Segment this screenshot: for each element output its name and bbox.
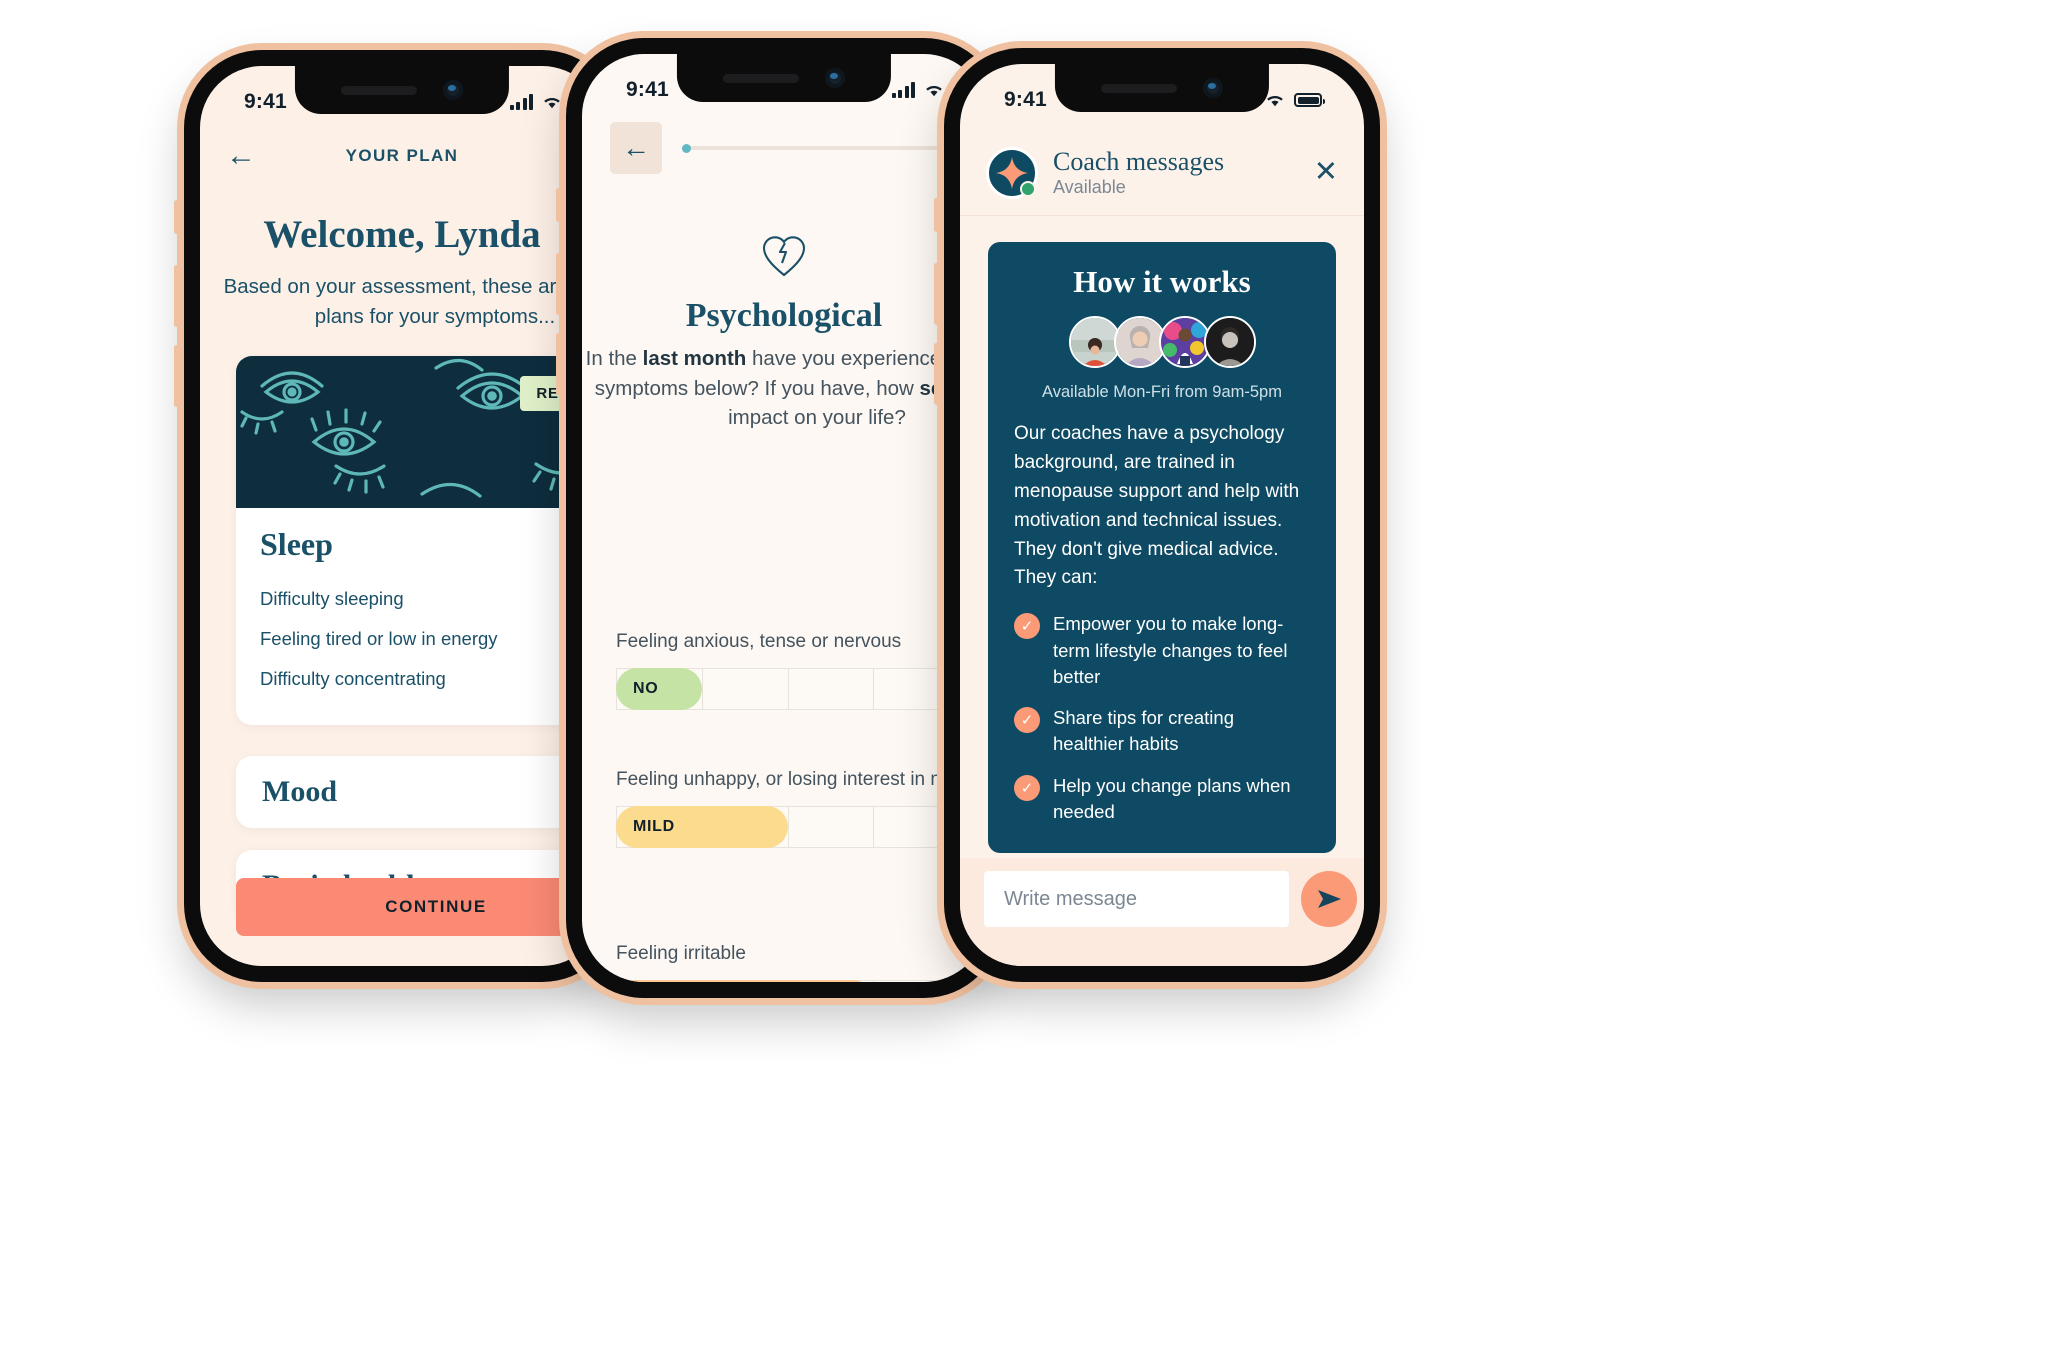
cellular-signal-icon	[509, 94, 533, 110]
front-camera-icon	[824, 68, 845, 88]
bullet-text: Empower you to make long-term lifestyle …	[1053, 613, 1288, 687]
question-item: Feeling irritable MODERATE	[616, 941, 986, 982]
send-button[interactable]	[1301, 871, 1357, 927]
severity-scale[interactable]: MILD	[616, 805, 986, 848]
progress-indicator	[682, 144, 691, 153]
wifi-icon	[544, 97, 560, 108]
plan-card-body: Sleep ✓ Difficulty sleeping Severe Feeli…	[236, 508, 604, 725]
front-camera-icon	[1202, 78, 1223, 98]
bullet-item: ✓ Help you change plans when needed	[1014, 773, 1310, 826]
status-icons	[509, 94, 563, 110]
assessment-topbar: ←	[610, 120, 964, 176]
battery-icon	[1294, 93, 1325, 107]
coach-avatar	[1113, 316, 1166, 368]
q-bold-1: last month	[642, 347, 747, 370]
earpiece-speaker	[722, 73, 799, 83]
section-icon-wrap	[582, 234, 986, 278]
screen-coach-messages: 9:41 Coach messages Available ✕ How it w…	[960, 64, 1364, 966]
scale-fill: MILD	[616, 805, 788, 848]
screen-assessment: 9:41 ← Psychological In the last month h…	[582, 54, 986, 982]
bullet-text: Share tips for creating healthier habits	[1053, 707, 1234, 755]
symptom-label: Feeling tired or low in energy	[260, 628, 498, 649]
wifi-icon	[926, 85, 942, 96]
question-label: Feeling unhappy, or losing interest in m…	[616, 769, 986, 790]
bullet-text: Help you change plans when needed	[1053, 774, 1291, 822]
status-time: 9:41	[1004, 88, 1047, 111]
coach-header-text: Coach messages Available	[1053, 147, 1299, 199]
question-item: Feeling anxious, tense or nervous NO	[616, 629, 986, 710]
screen-your-plan: 9:41 ← YOUR PLAN Welcome, Lynda Based on…	[200, 66, 604, 966]
coach-avatar	[1203, 316, 1256, 368]
phone-your-plan: 9:41 ← YOUR PLAN Welcome, Lynda Based on…	[174, 50, 620, 982]
symptom-label: Difficulty concentrating	[260, 668, 446, 689]
coach-header: Coach messages Available ✕	[960, 130, 1364, 216]
check-icon: ✓	[1014, 707, 1040, 734]
plan-card-mood[interactable]: Mood	[236, 756, 604, 828]
coach-availability: Available	[1053, 177, 1126, 198]
question-label: Feeling anxious, tense or nervous	[616, 631, 902, 652]
section-title: Psychological	[685, 297, 883, 334]
symptom-list: Difficulty sleeping Severe Feeling tired…	[260, 579, 604, 699]
scale-fill: NO	[616, 667, 702, 710]
send-icon	[1318, 890, 1341, 908]
how-it-works-card: How it works Available Mon-Fri from 9am-…	[988, 242, 1336, 854]
assessment-question: In the last month have you experienced a…	[582, 344, 986, 433]
notch	[1054, 64, 1270, 112]
scale-fill: MODERATE	[616, 979, 874, 982]
status-time: 9:41	[244, 90, 287, 113]
welcome-subtitle: Based on your assessment, these are the …	[223, 275, 604, 328]
check-icon: ✓	[1014, 774, 1040, 801]
close-icon[interactable]: ✕	[1314, 158, 1338, 187]
progress-bar	[682, 144, 964, 153]
question-item: Feeling unhappy, or losing interest in m…	[616, 767, 986, 848]
coach-hours: Available Mon-Fri from 9am-5pm	[1042, 383, 1282, 401]
plan-hero-image: RECOMMENDED	[236, 356, 604, 508]
back-button[interactable]: ←	[610, 122, 662, 174]
card-bullets: ✓ Empower you to make long-term lifestyl…	[1014, 611, 1310, 825]
wifi-icon	[1267, 95, 1283, 106]
message-composer	[960, 858, 1364, 966]
phone-coach-messages: 9:41 Coach messages Available ✕ How it w…	[934, 48, 1380, 982]
symptom-row: Difficulty sleeping Severe	[260, 579, 604, 619]
severity-scale[interactable]: NO	[616, 667, 986, 710]
coach-avatar	[1068, 316, 1121, 368]
symptom-label: Difficulty sleeping	[260, 588, 404, 609]
phone-psychological-assessment: 9:41 ← Psychological In the last month h…	[556, 38, 1002, 998]
plan-name: Sleep	[260, 526, 333, 562]
notch	[294, 66, 510, 114]
coach-title: Coach messages	[1053, 146, 1225, 176]
symptom-row: Difficulty concentrating Moderate	[260, 659, 604, 699]
continue-button[interactable]: CONTINUE	[236, 878, 604, 936]
status-icons	[891, 82, 945, 98]
message-input[interactable]	[984, 871, 1289, 927]
plan-name: Mood	[262, 775, 337, 808]
symptom-row: Feeling tired or low in energy Bad	[260, 619, 604, 659]
bullet-item: ✓ Share tips for creating healthier habi…	[1014, 705, 1310, 758]
star-avatar-icon	[986, 146, 1038, 199]
coach-avatars	[1014, 316, 1310, 368]
welcome-heading: Welcome, Lynda	[263, 213, 541, 256]
q-part-1: In the	[585, 347, 643, 370]
earpiece-speaker	[1100, 83, 1177, 93]
check-icon: ✓	[1014, 613, 1040, 640]
screenshot-stage: 9:41 ← YOUR PLAN Welcome, Lynda Based on…	[0, 0, 2048, 1366]
severity-scale[interactable]: MODERATE	[616, 979, 986, 982]
plan-name-row: Sleep ✓	[260, 526, 604, 563]
question-label: Feeling irritable	[616, 943, 746, 964]
page-title: YOUR PLAN	[345, 146, 459, 165]
broken-heart-icon	[762, 236, 806, 277]
earpiece-speaker	[340, 85, 417, 95]
online-status-dot	[1020, 180, 1036, 197]
card-body-text: Our coaches have a psychology background…	[1014, 423, 1300, 589]
front-camera-icon	[442, 80, 463, 100]
p1-navbar: ← YOUR PLAN	[200, 128, 604, 184]
coach-avatar	[1158, 316, 1211, 368]
cellular-signal-icon	[891, 82, 915, 98]
plan-card-sleep[interactable]: RECOMMENDED Sleep ✓ Difficulty sleeping …	[236, 356, 604, 725]
notch	[676, 54, 892, 102]
bullet-item: ✓ Empower you to make long-term lifestyl…	[1014, 611, 1310, 690]
card-heading: How it works	[1073, 264, 1251, 299]
status-time: 9:41	[626, 78, 669, 101]
